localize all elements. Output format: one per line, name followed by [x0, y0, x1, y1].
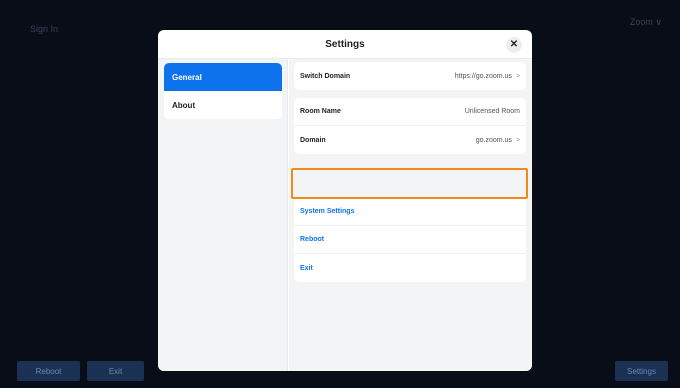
switch-domain-card: Switch Domain https://go.zoom.us >	[294, 62, 526, 90]
sign-in-link[interactable]: Sign In	[30, 24, 58, 34]
settings-sidebar: General About	[158, 59, 288, 371]
switch-domain-row[interactable]: Switch Domain https://go.zoom.us >	[294, 62, 526, 90]
close-icon[interactable]: ✕	[506, 37, 522, 53]
zoom-menu[interactable]: Zoom ∨	[630, 17, 662, 28]
reboot-row[interactable]: Reboot	[294, 226, 526, 254]
reboot-button[interactable]: Reboot	[17, 361, 80, 381]
dialog-title: Settings	[325, 38, 365, 50]
exit-link[interactable]: Exit	[300, 265, 313, 272]
domain-row[interactable]: Domain go.zoom.us >	[294, 126, 526, 154]
room-name-label: Room Name	[300, 108, 341, 115]
switch-domain-value: https://go.zoom.us	[454, 72, 512, 80]
system-settings-link[interactable]: System Settings	[300, 208, 354, 215]
reboot-link[interactable]: Reboot	[300, 236, 324, 243]
room-name-row: Room Name Unlicensed Room	[294, 98, 526, 126]
switch-domain-label: Switch Domain	[300, 72, 351, 80]
actions-card: System Settings Reboot Exit	[294, 198, 526, 282]
chevron-right-icon: >	[515, 72, 520, 80]
settings-content: Switch Domain https://go.zoom.us > Room …	[289, 59, 532, 371]
domain-label: Domain	[300, 136, 326, 144]
exit-button[interactable]: Exit	[87, 361, 144, 381]
settings-dialog: Settings ✕ General About Switch Domain h…	[158, 30, 532, 371]
room-info-card: Room Name Unlicensed Room Domain go.zoom…	[294, 98, 526, 154]
sidebar-nav: General About	[164, 63, 282, 119]
sidebar-item-general[interactable]: General	[164, 63, 282, 91]
exit-row[interactable]: Exit	[294, 254, 526, 282]
chevron-right-icon: >	[515, 136, 520, 144]
room-name-value: Unlicensed Room	[464, 108, 520, 115]
sidebar-item-about[interactable]: About	[164, 91, 282, 119]
settings-button[interactable]: Settings	[615, 361, 668, 381]
dialog-header: Settings ✕	[158, 30, 532, 59]
system-settings-row[interactable]: System Settings	[294, 198, 526, 226]
domain-value: go.zoom.us	[475, 136, 512, 144]
switch-domain-value-group: https://go.zoom.us >	[455, 73, 520, 80]
domain-value-group: go.zoom.us >	[476, 137, 520, 144]
